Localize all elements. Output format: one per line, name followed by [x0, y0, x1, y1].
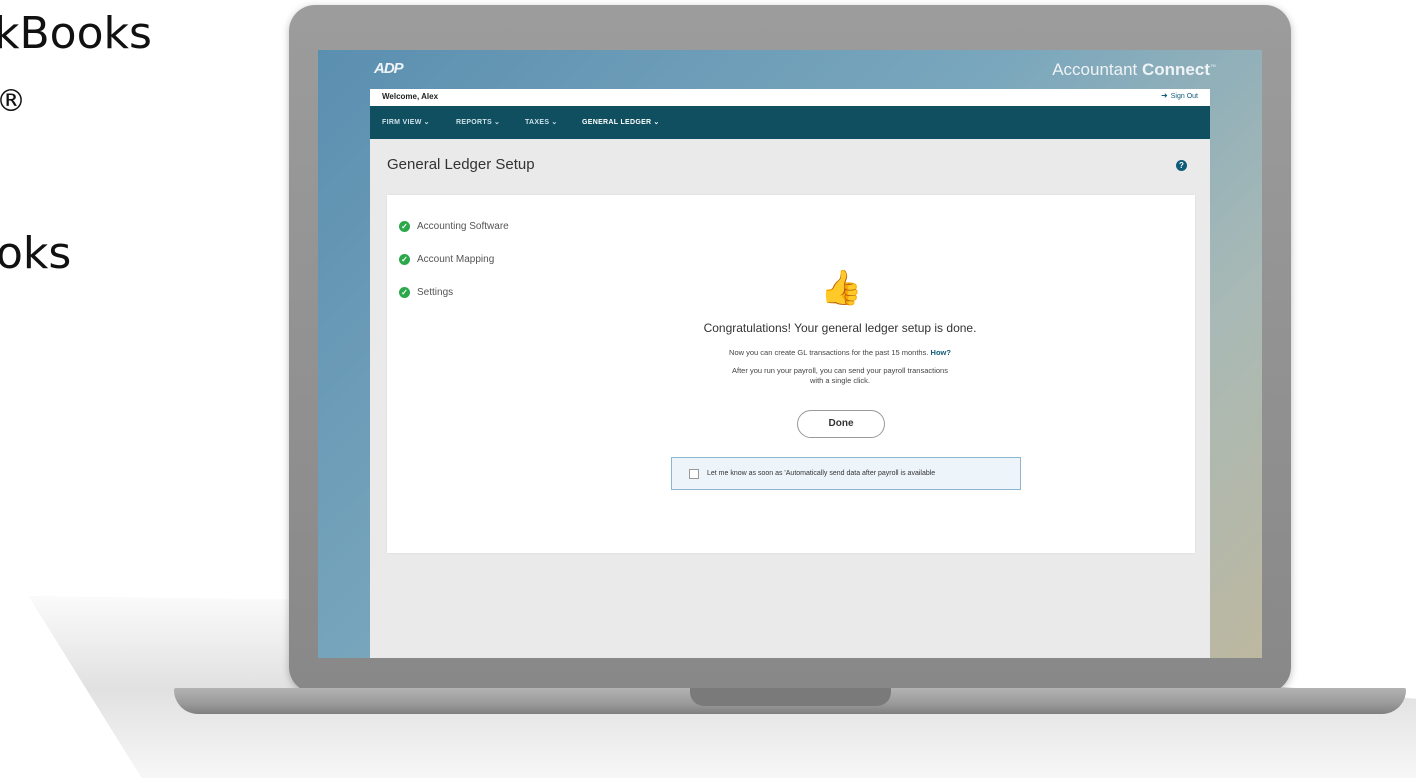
welcome-text: Welcome, Alex: [382, 92, 439, 101]
step-label: Accounting Software: [417, 221, 509, 232]
content-area: General Ledger Setup ? ✓ Accounting Softw…: [370, 139, 1210, 658]
gl-transactions-message: Now you can create GL transactions for t…: [387, 348, 1262, 358]
check-circle-icon: ✓: [399, 287, 410, 298]
nav-general-ledger-label: GENERAL LEDGER: [582, 119, 652, 126]
step-account-mapping[interactable]: ✓ Account Mapping: [399, 254, 494, 265]
check-circle-icon: ✓: [399, 221, 410, 232]
step-accounting-software[interactable]: ✓ Accounting Software: [399, 221, 509, 232]
welcome-bar: Welcome, Alex ➜ Sign Out: [370, 89, 1210, 106]
nav-firm-view[interactable]: FIRM VIEW ⌄: [382, 118, 430, 126]
chevron-down-icon: ⌄: [493, 119, 501, 126]
brand-bold: Connect: [1142, 60, 1210, 79]
page-title: General Ledger Setup: [387, 156, 535, 173]
slide-text-line-1: kBooks: [0, 8, 152, 59]
notify-checkbox[interactable]: [689, 468, 699, 479]
sign-out-link[interactable]: ➜ Sign Out: [1161, 91, 1198, 100]
main-nav: FIRM VIEW ⌄ REPORTS ⌄ TAXES ⌄ GENERAL LEDGE…: [370, 106, 1210, 139]
laptop-screen: ADP Accountant Connect™ Welcome, Alex ➜ S…: [318, 50, 1262, 658]
nav-reports[interactable]: REPORTS ⌄: [456, 118, 500, 126]
laptop-notch: [690, 688, 891, 706]
chevron-down-icon: ⌄: [423, 119, 430, 126]
nav-taxes-label: TAXES: [525, 119, 550, 126]
done-button[interactable]: Done: [797, 410, 885, 438]
notify-option[interactable]: Let me know as soon as 'Automatically se…: [671, 457, 1021, 490]
brand-light: Accountant: [1052, 60, 1142, 79]
check-circle-icon: ✓: [399, 254, 410, 265]
brand-title: Accountant Connect™: [1052, 60, 1216, 80]
congrats-heading: Congratulations! Your general ledger set…: [703, 321, 977, 335]
payroll-message-line-2: with a single click.: [809, 376, 871, 385]
sign-out-label: Sign Out: [1170, 93, 1198, 100]
chevron-down-icon: ⌄: [551, 119, 558, 126]
sign-out-icon: ➜: [1161, 91, 1168, 100]
step-label: Account Mapping: [417, 254, 495, 265]
brand-tm: ™: [1210, 64, 1216, 71]
adp-logo: ADP: [374, 60, 404, 77]
app-window: ADP Accountant Connect™ Welcome, Alex ➜ S…: [370, 50, 1216, 658]
help-icon[interactable]: ?: [1176, 160, 1187, 171]
step-settings[interactable]: ✓ Settings: [399, 287, 453, 298]
chevron-down-icon: ⌄: [653, 119, 660, 126]
payroll-message-line-1: After you run your payroll, you can send…: [732, 366, 948, 375]
step-label: Settings: [417, 287, 454, 298]
nav-reports-label: REPORTS: [456, 119, 492, 126]
nav-general-ledger[interactable]: GENERAL LEDGER ⌄: [582, 118, 660, 126]
nav-taxes[interactable]: TAXES ⌄: [525, 118, 558, 126]
how-link[interactable]: How?: [931, 348, 951, 357]
nav-firm-view-label: FIRM VIEW: [382, 119, 422, 126]
gl-message-text: Now you can create GL transactions for t…: [729, 348, 929, 357]
slide-text-line-3: oks: [0, 228, 72, 279]
setup-card: ✓ Accounting Software ✓ Account Mapping ✓ S…: [387, 195, 1195, 553]
slide-text-line-2: ®: [0, 84, 26, 119]
thumbs-up-icon: 👍: [820, 269, 863, 307]
notify-label: Let me know as soon as 'Automatically se…: [707, 470, 936, 477]
